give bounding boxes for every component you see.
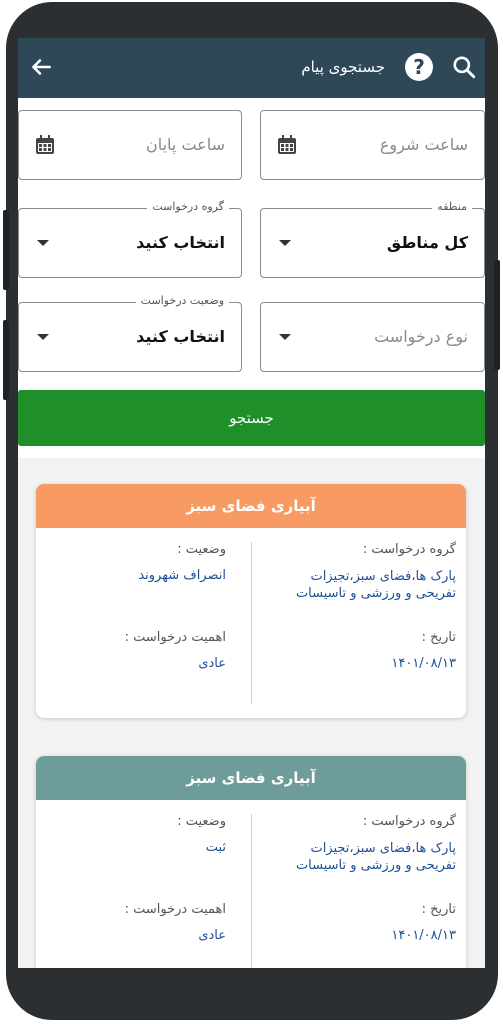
group-value-line: تفریحی و ورزشی و تاسیسات [295,586,456,601]
status-value: انصراف شهروند [138,568,226,583]
start-time-field[interactable]: ساعت شروع [260,110,485,180]
side-button [3,320,9,400]
chevron-down-icon [279,240,291,246]
region-label: منطقه [432,200,472,213]
search-button[interactable]: جستجو [18,390,485,446]
importance-label: اهمیت درخواست : [124,630,226,645]
end-time-placeholder: ساعت پایان [145,135,225,154]
status-label: وضعیت : [177,542,226,557]
chevron-down-icon [279,334,291,340]
group-label: گروه درخواست [147,200,229,213]
result-card[interactable]: آبیاری فضای سبز گروه درخواست : پارک ها،ف… [36,484,466,718]
chevron-down-icon [37,240,49,246]
type-select[interactable]: نوع درخواست [260,302,485,372]
side-button [494,260,500,370]
help-icon[interactable]: ? [405,53,433,81]
group-label: گروه درخواست : [362,814,456,829]
page-title: جستجوی پیام [301,58,385,76]
group-value: پارک ها،فضای سبز،تجیزات تفریحی و ورزشی و… [261,568,456,602]
end-time-field[interactable]: ساعت پایان [18,110,242,180]
date-label: تاریخ : [421,902,456,917]
card-divider [251,542,252,704]
search-icon[interactable] [451,54,477,80]
group-value-line: پارک ها،فضای سبز،تجیزات [310,569,456,584]
calendar-icon[interactable] [33,133,57,157]
card-title: آبیاری فضای سبز [36,756,466,800]
status-label: وضعیت : [177,814,226,829]
status-value: ثبت [205,840,226,855]
status-select[interactable]: وضعیت درخواست انتخاب کنید [18,294,242,372]
region-value: کل مناطق [386,233,468,252]
date-value: ۱۴۰۱/۰۸/۱۳ [391,928,456,943]
group-select[interactable]: گروه درخواست انتخاب کنید [18,200,242,278]
type-placeholder: نوع درخواست [374,327,468,346]
chevron-down-icon [37,334,49,340]
app-screen: ? جستجوی پیام ساعت شروع ساعت پایان منطقه… [18,38,485,968]
card-divider [251,814,252,968]
status-value: انتخاب کنید [136,327,225,346]
date-label: تاریخ : [421,630,456,645]
app-bar: ? جستجوی پیام [18,38,485,98]
importance-label: اهمیت درخواست : [124,902,226,917]
back-arrow-icon[interactable] [28,54,54,80]
group-value-line: تفریحی و ورزشی و تاسیسات [295,858,456,873]
group-value: انتخاب کنید [136,233,225,252]
group-value: پارک ها،فضای سبز،تجیزات تفریحی و ورزشی و… [261,840,456,874]
side-button [3,210,9,290]
importance-value: عادی [198,656,226,671]
system-nav-bar [18,968,485,988]
region-select[interactable]: منطقه کل مناطق [260,200,485,278]
group-value-line: پارک ها،فضای سبز،تجیزات [310,841,456,856]
card-title: آبیاری فضای سبز [36,484,466,528]
group-label: گروه درخواست : [362,542,456,557]
start-time-placeholder: ساعت شروع [379,135,468,154]
importance-value: عادی [198,928,226,943]
date-value: ۱۴۰۱/۰۸/۱۳ [391,656,456,671]
calendar-icon[interactable] [275,133,299,157]
result-card[interactable]: آبیاری فضای سبز گروه درخواست : پارک ها،ف… [36,756,466,968]
status-label: وضعیت درخواست [135,294,229,307]
